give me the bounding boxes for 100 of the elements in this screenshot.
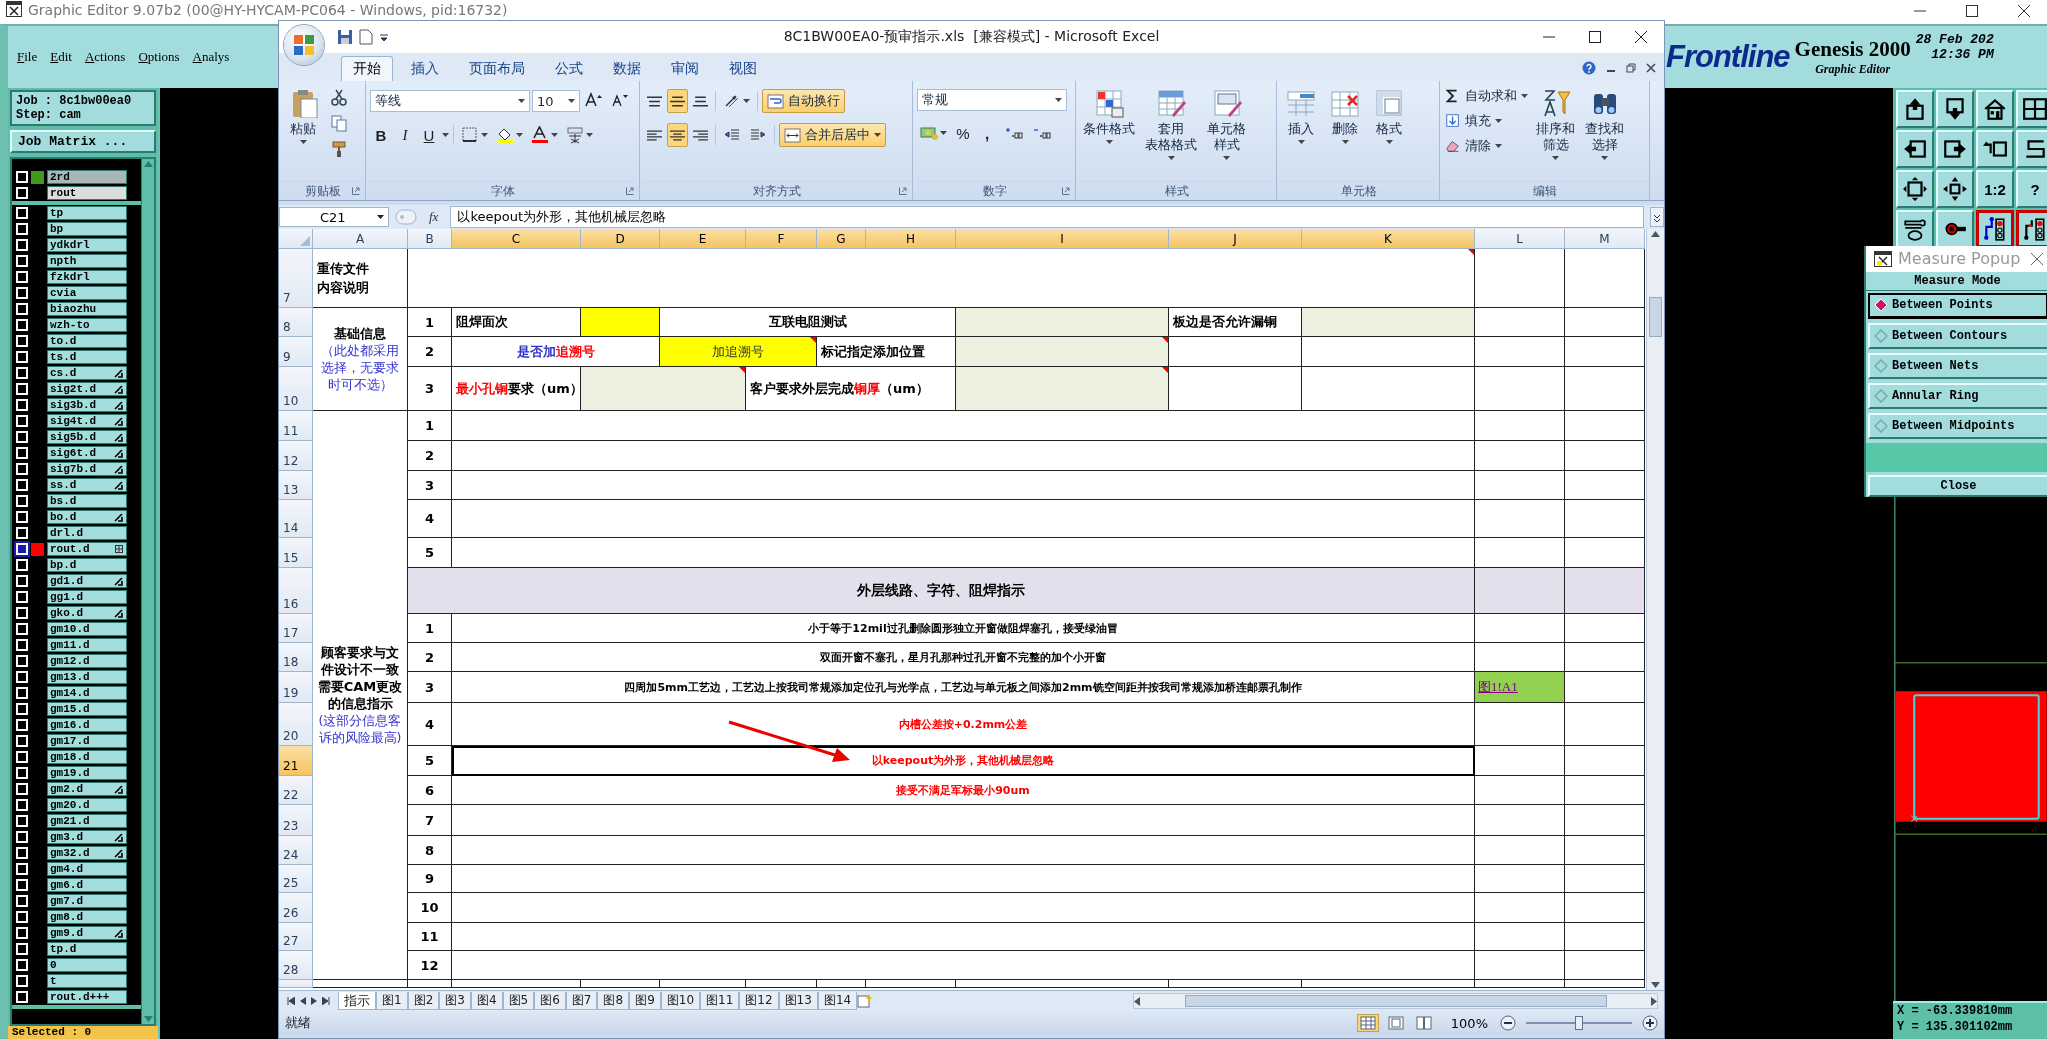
layer-name[interactable]: gg1.d [47, 590, 127, 604]
layer-name[interactable]: fzkdrl [47, 270, 127, 284]
column-header[interactable]: J [1169, 229, 1302, 249]
layer-checkbox[interactable] [16, 831, 28, 843]
scroll-down-icon[interactable] [1651, 982, 1660, 988]
layer-checkbox[interactable] [16, 239, 28, 251]
previous-sheet-icon[interactable] [300, 997, 306, 1005]
sheet-tab[interactable]: 指示 [338, 992, 376, 1010]
layer-checkbox[interactable] [16, 751, 28, 763]
cell-value[interactable]: 加追溯号 [660, 337, 817, 367]
ribbon-tab[interactable]: 审阅 [659, 56, 711, 81]
sheet-tab[interactable]: 图4 [470, 992, 503, 1010]
layer-checkbox[interactable] [16, 431, 28, 443]
table-format-button[interactable]: 套用 表格格式 [1142, 85, 1200, 163]
layer-checkbox[interactable] [16, 847, 28, 859]
layer-checkbox[interactable] [16, 187, 28, 199]
layer-checkbox[interactable] [16, 255, 28, 267]
row-header[interactable]: 20 [279, 703, 313, 746]
layer-name[interactable]: wzh-to [47, 318, 127, 332]
layer-name[interactable]: sig5b.d [47, 430, 127, 444]
layer-name[interactable]: npth [47, 254, 127, 268]
scroll-thumb[interactable] [1184, 995, 1607, 1007]
next-sheet-icon[interactable] [311, 997, 317, 1005]
menu-item[interactable]: Actions [84, 49, 126, 65]
layer-name[interactable]: ydkdrl [47, 238, 127, 252]
layer-name[interactable]: sig3b.d [47, 398, 127, 412]
layer-name[interactable]: gm10.d [47, 622, 127, 636]
percent-button[interactable]: % [952, 121, 974, 145]
layer-checkbox[interactable] [16, 639, 28, 651]
comma-button[interactable]: , [976, 121, 998, 145]
layer-checkbox[interactable] [16, 895, 28, 907]
layer-name[interactable]: gd1.d [47, 574, 127, 588]
scroll-up-icon[interactable] [1651, 231, 1660, 237]
toolbar-button[interactable]: 1:2 [1976, 170, 2014, 208]
sheet-tab[interactable]: 图10 [660, 992, 701, 1010]
row-header[interactable]: 18 [279, 643, 313, 672]
close-icon[interactable] [1635, 31, 1647, 43]
merge-center-button[interactable]: 合并后居中 [779, 123, 886, 147]
layer-checkbox[interactable] [16, 927, 28, 939]
layer-name[interactable]: gm17.d [47, 734, 127, 748]
sheet-tab[interactable]: 图2 [407, 992, 440, 1010]
job-matrix-button[interactable]: Job Matrix ... [10, 130, 156, 153]
layer-name[interactable]: sig2t.d [47, 382, 127, 396]
sheet-tab[interactable]: 图7 [565, 992, 598, 1010]
layer-name[interactable]: 2rd [47, 170, 127, 184]
menu-item[interactable]: File [17, 49, 38, 65]
layer-checkbox[interactable] [16, 351, 28, 363]
layer-name[interactable]: gm8.d [47, 910, 127, 924]
row-header[interactable]: 12 [279, 441, 313, 471]
clear-button[interactable]: 清除 [1444, 135, 1503, 157]
sheet-tab[interactable]: 图9 [629, 992, 661, 1010]
layer-checkbox[interactable] [16, 319, 28, 331]
insert-function-button[interactable]: fx [423, 209, 445, 225]
layer-checkbox[interactable] [16, 383, 28, 395]
layer-checkbox[interactable] [16, 575, 28, 587]
mode-option[interactable]: Between Points [1868, 292, 2047, 319]
ribbon-tab[interactable]: 页面布局 [457, 56, 537, 81]
sheet-tab[interactable]: 图6 [534, 992, 566, 1010]
layer-checkbox[interactable] [16, 623, 28, 635]
layer-checkbox[interactable] [16, 799, 28, 811]
layer-name[interactable]: gm7.d [47, 894, 127, 908]
scroll-left-icon[interactable] [1134, 996, 1141, 1006]
sheet-tab[interactable]: 图12 [739, 992, 779, 1010]
layer-name[interactable]: gm14.d [47, 686, 127, 700]
column-header[interactable]: I [956, 229, 1169, 249]
layer-checkbox[interactable] [16, 959, 28, 971]
layer-name[interactable]: 0 [47, 958, 127, 972]
layer-name[interactable]: bs.d [47, 494, 127, 508]
layer-checkbox[interactable] [16, 591, 28, 603]
scroll-right-icon[interactable] [1651, 996, 1657, 1006]
help-icon[interactable] [1582, 61, 1596, 75]
layer-checkbox[interactable] [16, 223, 28, 235]
layer-name[interactable]: sig7b.d [47, 462, 127, 476]
layer-name[interactable]: cs.d [47, 366, 127, 380]
sheet-tab[interactable]: 图11 [700, 992, 740, 1010]
layer-name[interactable]: gm32.d [47, 846, 127, 860]
last-sheet-icon[interactable] [322, 997, 330, 1005]
layer-checkbox[interactable] [16, 207, 28, 219]
layer-name[interactable]: bp [47, 222, 127, 236]
row-header[interactable]: 19 [279, 672, 313, 703]
column-header[interactable]: G [817, 229, 866, 249]
layer-name[interactable]: biaozhu [47, 302, 127, 316]
layer-name[interactable]: tp.d [47, 942, 127, 956]
sheet-tab[interactable]: 图13 [778, 992, 818, 1010]
wrap-text-button[interactable]: 自动换行 [762, 89, 845, 113]
autosum-button[interactable]: 自动求和 [1444, 85, 1529, 107]
row-header[interactable]: 25 [279, 865, 313, 893]
layer-name[interactable]: sig4t.d [47, 414, 127, 428]
first-sheet-icon[interactable] [287, 997, 295, 1005]
layer-checkbox[interactable] [16, 671, 28, 683]
layer-checkbox[interactable] [16, 991, 28, 1003]
layer-name[interactable]: t [47, 974, 127, 988]
conditional-format-button[interactable]: 条件格式 [1080, 85, 1138, 147]
layer-name[interactable]: ss.d [47, 478, 127, 492]
ribbon-tab[interactable]: 公式 [543, 56, 595, 81]
layer-name[interactable]: gm20.d [47, 798, 127, 812]
mode-option[interactable]: Annular Ring [1868, 382, 2047, 409]
layer-checkbox[interactable] [16, 335, 28, 347]
layer-name[interactable]: drl.d [47, 526, 127, 540]
row-header[interactable]: 27 [279, 923, 313, 951]
